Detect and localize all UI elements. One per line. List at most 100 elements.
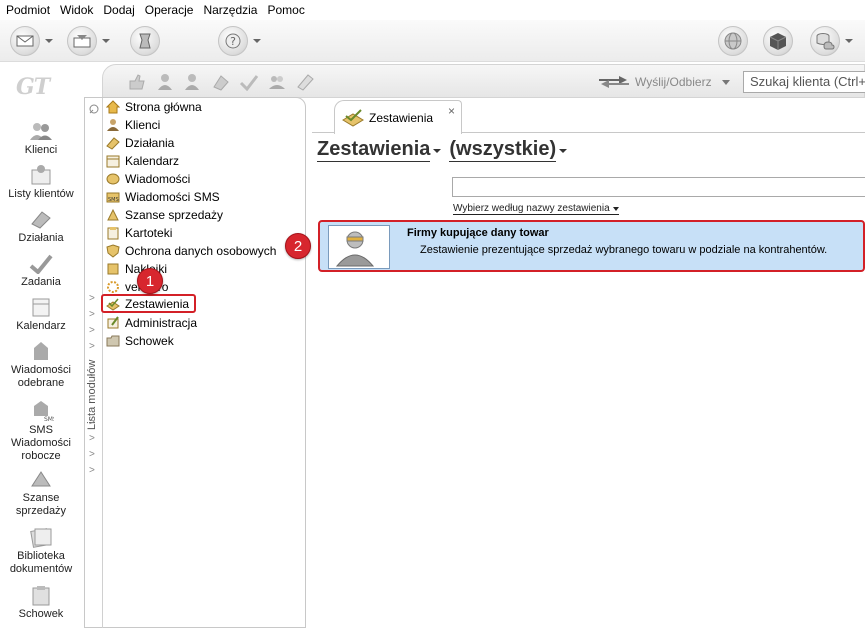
module-label: Kalendarz xyxy=(125,154,180,168)
chevron-right-icon[interactable]: > xyxy=(89,341,95,352)
cube-icon xyxy=(763,26,793,56)
messages-icon xyxy=(106,173,120,185)
nav-schowek-label: Schowek xyxy=(18,608,64,620)
panel-divider xyxy=(102,98,103,628)
nav-biblioteka-dokumentow[interactable]: Biblioteka dokumentów xyxy=(0,526,82,576)
nav-dzialania-label: Działania xyxy=(18,232,64,244)
chevron-down-icon[interactable] xyxy=(559,149,568,153)
module-ochrona-danych[interactable]: Ochrona danych osobowych xyxy=(106,242,276,260)
calendar-icon xyxy=(32,298,50,317)
module-strona-glowna[interactable]: Strona główna xyxy=(106,98,202,116)
module-toolbar: Wyślij/Odbierz Szukaj klienta (Ctrl+ xyxy=(102,64,865,98)
nav-szanse-sprzedazy[interactable]: Szanse sprzedaży xyxy=(0,468,82,518)
svg-text:SMS: SMS xyxy=(108,197,119,203)
pin-icon[interactable] xyxy=(88,103,100,115)
nav-schowek[interactable]: Schowek xyxy=(0,584,82,621)
person-icon[interactable] xyxy=(155,73,175,91)
document-library-icon xyxy=(30,528,52,548)
app-logo: GT xyxy=(16,74,50,100)
chevron-right-icon[interactable]: > xyxy=(89,325,95,336)
module-label: Strona główna xyxy=(125,100,202,114)
menu-bar: Podmiot Widok Dodaj Operacje Narzędzia P… xyxy=(0,0,865,20)
nav-sms-robocze[interactable]: SMS SMS Wiadomości robocze xyxy=(0,400,82,463)
nav-listy-klientow[interactable]: Listy klientów xyxy=(0,164,82,201)
nav-zadania[interactable]: Zadania xyxy=(0,252,82,289)
svg-text:SMS: SMS xyxy=(44,416,54,422)
report-title: Firmy kupujące dany towar xyxy=(407,227,549,239)
send-button[interactable] xyxy=(10,26,53,56)
chevron-right-icon[interactable]: > xyxy=(89,449,95,460)
module-schowek[interactable]: Schowek xyxy=(106,332,174,350)
help-icon: ? xyxy=(218,26,248,56)
receive-button[interactable] xyxy=(67,26,110,56)
client-search-input[interactable]: Szukaj klienta (Ctrl+ xyxy=(743,71,865,93)
nav-dzialania[interactable]: Działania xyxy=(0,208,82,245)
close-icon[interactable]: × xyxy=(448,104,455,118)
send-receive-icon xyxy=(599,76,629,88)
left-navigation: GT Klienci Listy klientów Działania Zada… xyxy=(0,62,82,628)
module-label: Szanse sprzedaży xyxy=(125,208,224,222)
help-button[interactable]: ? xyxy=(218,26,261,56)
module-dzialania[interactable]: Działania xyxy=(106,134,174,152)
group-icon[interactable] xyxy=(267,73,287,91)
send-receive-button[interactable]: Wyślij/Odbierz xyxy=(597,75,730,89)
module-label: Klienci xyxy=(125,118,161,132)
module-label: Ochrona danych osobowych xyxy=(125,244,277,258)
sales-opportunity-icon xyxy=(31,471,51,487)
menu-pomoc[interactable]: Pomoc xyxy=(267,3,304,17)
reports-heading: Zestawienia (wszystkie) xyxy=(317,137,575,162)
cloud-database-button[interactable] xyxy=(810,26,853,56)
thumb-icon[interactable] xyxy=(127,73,147,91)
action-icon[interactable] xyxy=(211,73,231,91)
menu-widok[interactable]: Widok xyxy=(60,3,93,17)
sms-icon: SMS xyxy=(106,192,120,203)
module-label: Schowek xyxy=(125,334,174,348)
module-label: Wiadomości SMS xyxy=(125,190,220,204)
add-person-icon[interactable] xyxy=(183,73,203,91)
nav-klienci[interactable]: Klienci xyxy=(0,120,82,157)
report-item[interactable]: Firmy kupujące dany towar Zestawienie pr… xyxy=(318,220,865,272)
module-wiadomosci[interactable]: Wiadomości xyxy=(106,170,190,188)
module-szanse-sprzedazy[interactable]: Szanse sprzedaży xyxy=(106,206,223,224)
calendar-icon xyxy=(106,155,120,168)
chevron-right-icon[interactable]: > xyxy=(89,433,95,444)
shield-icon xyxy=(106,244,120,258)
report-filter-input[interactable] xyxy=(452,177,865,197)
sticker-icon xyxy=(107,263,119,275)
tools-button[interactable] xyxy=(130,26,160,56)
chevron-right-icon[interactable]: > xyxy=(89,417,95,428)
nav-kalendarz[interactable]: Kalendarz xyxy=(0,296,82,333)
chevron-down-icon[interactable] xyxy=(433,149,442,153)
chevron-down-icon xyxy=(612,206,619,211)
menu-dodaj[interactable]: Dodaj xyxy=(103,3,134,17)
module-kartoteki[interactable]: Kartoteki xyxy=(106,224,172,242)
module-kalendarz[interactable]: Kalendarz xyxy=(106,152,179,170)
person-icon xyxy=(329,226,389,268)
nav-szanse-sprzedazy-label: Szanse sprzedaży xyxy=(15,492,67,517)
menu-podmiot[interactable]: Podmiot xyxy=(6,3,50,17)
task-icon[interactable] xyxy=(239,73,259,91)
module-administracja[interactable]: Administracja xyxy=(106,314,197,332)
globe-button[interactable] xyxy=(718,26,748,56)
nav-wiadomosci-odebrane[interactable]: Wiadomości odebrane xyxy=(0,340,82,390)
nav-biblioteka-dokumentow-label: Biblioteka dokumentów xyxy=(9,550,73,575)
sales-opportunity-icon xyxy=(107,208,119,221)
chevron-right-icon[interactable]: > xyxy=(89,465,95,476)
sms-icon: SMS xyxy=(34,401,54,422)
tab-zestawienia[interactable]: Zestawienia × xyxy=(334,100,462,134)
menu-operacje[interactable]: Operacje xyxy=(145,3,194,17)
heading-category-dropdown[interactable]: Zestawienia xyxy=(317,137,431,162)
nav-wiadomosci-odebrane-label: Wiadomości odebrane xyxy=(11,364,71,389)
module-klienci[interactable]: Klienci xyxy=(106,116,160,134)
chevron-right-icon[interactable]: > xyxy=(89,293,95,304)
selected-module-highlight xyxy=(101,294,196,313)
chevron-down-icon[interactable] xyxy=(721,79,730,85)
globe-icon xyxy=(718,26,748,56)
note-icon[interactable] xyxy=(295,73,315,91)
module-wiadomosci-sms[interactable]: SMS Wiadomości SMS xyxy=(106,188,220,206)
cube-button[interactable] xyxy=(763,26,793,56)
chevron-right-icon[interactable]: > xyxy=(89,309,95,320)
heading-filter-dropdown[interactable]: (wszystkie) xyxy=(449,137,557,162)
filter-mode-dropdown[interactable]: Wybierz według nazwy zestawienia xyxy=(453,203,619,215)
menu-narzedzia[interactable]: Narzędzia xyxy=(203,3,257,17)
